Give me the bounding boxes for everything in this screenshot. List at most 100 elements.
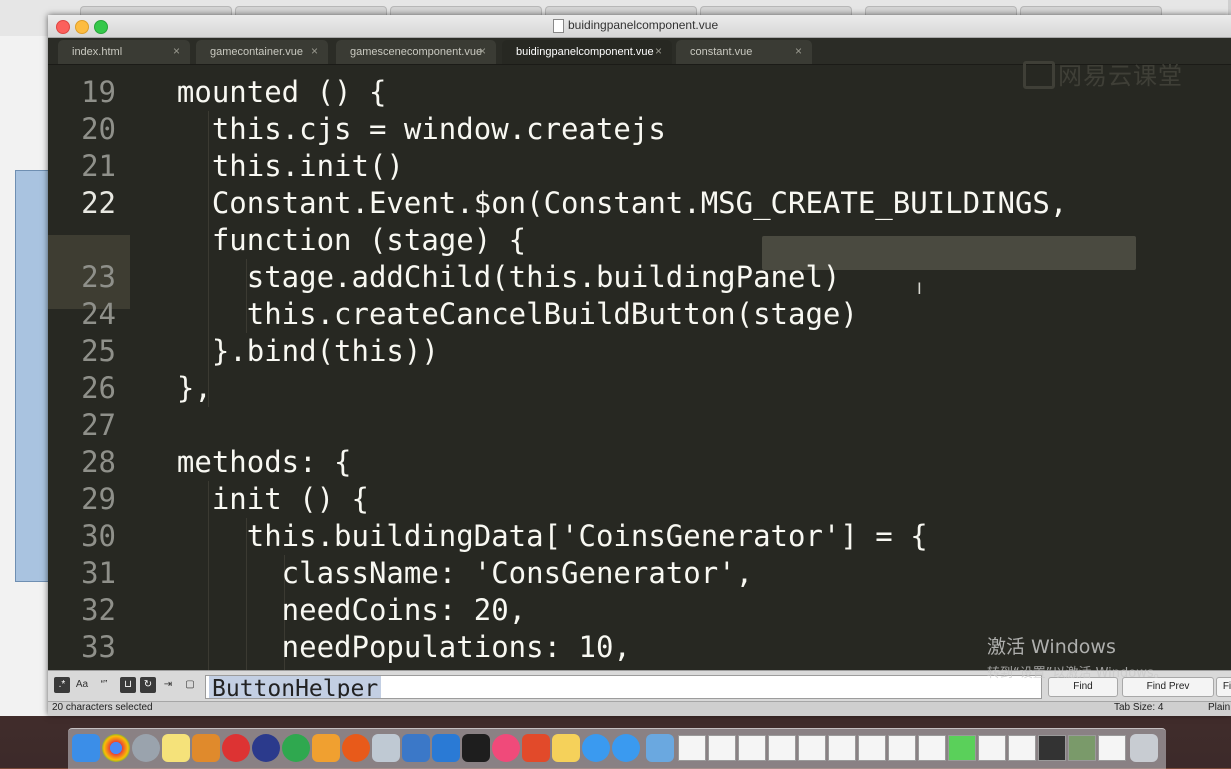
tab-close-icon[interactable]: ×: [173, 44, 180, 58]
syntax-indicator[interactable]: Plain: [1208, 702, 1230, 713]
office-icon[interactable]: [522, 734, 550, 762]
zoom-window-button[interactable]: [94, 20, 108, 34]
safari-icon[interactable]: [582, 734, 610, 762]
line-number: 25: [81, 334, 116, 368]
line-number: [48, 222, 116, 259]
app-icon[interactable]: [282, 734, 310, 762]
status-bar: 20 characters selected Tab Size: 4 Plain: [48, 701, 1231, 716]
line-number: 21: [81, 149, 116, 183]
tab-close-icon[interactable]: ×: [311, 44, 318, 58]
code-line: className: 'ConsGenerator',: [142, 556, 754, 590]
find-all-button[interactable]: Fi: [1216, 677, 1231, 697]
highlight-matches-toggle[interactable]: ⇥: [160, 677, 176, 693]
tab-index-html[interactable]: index.html ×: [58, 40, 190, 64]
window-thumbnail[interactable]: [888, 735, 916, 761]
line-number: 30: [81, 519, 116, 553]
line-number-gutter: 19 20 21 22 23 24 25 26 27 28 29 30 31 3…: [48, 65, 130, 685]
case-sensitive-toggle[interactable]: Aa: [74, 677, 90, 693]
tab-close-icon[interactable]: ×: [479, 44, 486, 58]
quicktime-icon[interactable]: [612, 734, 640, 762]
tab-size-indicator[interactable]: Tab Size: 4: [1114, 702, 1163, 713]
window-thumbnail[interactable]: [1008, 735, 1036, 761]
in-selection-toggle[interactable]: ↻: [140, 677, 156, 693]
watermark-logo-icon: [1023, 61, 1055, 89]
tab-close-icon[interactable]: ×: [655, 44, 662, 58]
watermark-text: 网易云课堂: [1058, 62, 1183, 90]
line-number: 20: [81, 112, 116, 146]
line-number: 28: [81, 445, 116, 479]
window-thumbnail[interactable]: [1068, 735, 1096, 761]
tab-label: index.html: [72, 46, 123, 58]
line-number: 32: [81, 593, 116, 627]
trash-icon[interactable]: [1130, 734, 1158, 762]
line-number: 27: [81, 408, 116, 442]
whole-word-toggle[interactable]: “”: [96, 677, 112, 693]
itunes-icon[interactable]: [492, 734, 520, 762]
regex-toggle[interactable]: .*: [54, 677, 70, 693]
window-thumbnail[interactable]: [708, 735, 736, 761]
code-editor[interactable]: mounted () { this.cjs = window.createjs …: [130, 65, 1231, 685]
eclipse-icon[interactable]: [252, 734, 280, 762]
window-thumbnail[interactable]: [1098, 735, 1126, 761]
find-input[interactable]: ButtonHelper: [205, 675, 1042, 699]
preview-icon[interactable]: [372, 734, 400, 762]
sublime-text-icon[interactable]: [192, 734, 220, 762]
code-line: }.bind(this)): [142, 334, 439, 368]
window-thumbnail[interactable]: [948, 735, 976, 761]
window-thumbnail[interactable]: [738, 735, 766, 761]
minimize-window-button[interactable]: [75, 20, 89, 34]
window-thumbnail[interactable]: [798, 735, 826, 761]
code-line: this.init(): [142, 149, 404, 183]
downloads-folder-icon[interactable]: [646, 734, 674, 762]
tab-label: gamescenecomponent.vue: [350, 46, 483, 58]
code-line: },: [142, 371, 212, 405]
dock: [68, 728, 1166, 769]
sublime-text-window: buidingpanelcomponent.vue index.html × g…: [48, 15, 1231, 716]
background-panel: [15, 170, 50, 582]
wrap-toggle[interactable]: ⊔: [120, 677, 136, 693]
text-cursor-icon: I: [917, 279, 922, 298]
tab-gamescenecomponent[interactable]: gamescenecomponent.vue ×: [336, 40, 496, 64]
app-icon[interactable]: [222, 734, 250, 762]
code-line: stage.addChild(this.buildingPanel): [142, 260, 841, 294]
chrome-icon[interactable]: [102, 734, 130, 762]
app-icon[interactable]: [402, 734, 430, 762]
terminal-icon[interactable]: [462, 734, 490, 762]
tab-close-icon[interactable]: ×: [795, 44, 802, 58]
activation-title: 激活 Windows: [987, 636, 1116, 658]
title-bar: buidingpanelcomponent.vue: [48, 15, 1231, 38]
window-thumbnail[interactable]: [918, 735, 946, 761]
tab-label: constant.vue: [690, 46, 753, 58]
window-thumbnail[interactable]: [768, 735, 796, 761]
window-thumbnail[interactable]: [678, 735, 706, 761]
firefox-icon[interactable]: [342, 734, 370, 762]
code-line: needCoins: 20,: [142, 593, 527, 627]
launchpad-icon[interactable]: [132, 734, 160, 762]
tab-constant[interactable]: constant.vue ×: [676, 40, 812, 64]
line-number: 24: [81, 297, 116, 331]
code-line: this.cjs = window.createjs: [142, 112, 666, 146]
ibooks-icon[interactable]: [312, 734, 340, 762]
window-thumbnail[interactable]: [1038, 735, 1066, 761]
tab-buidingpanelcomponent[interactable]: buidingpanelcomponent.vue ×: [502, 40, 672, 64]
context-toggle[interactable]: ▢: [182, 677, 198, 693]
window-thumbnail[interactable]: [858, 735, 886, 761]
code-line: methods: {: [142, 445, 352, 479]
finder-icon[interactable]: [72, 734, 100, 762]
close-window-button[interactable]: [56, 20, 70, 34]
window-thumbnail[interactable]: [978, 735, 1006, 761]
notes-icon[interactable]: [162, 734, 190, 762]
tab-gamecontainer[interactable]: gamecontainer.vue ×: [196, 40, 328, 64]
window-thumbnail[interactable]: [828, 735, 856, 761]
line-number: 31: [81, 556, 116, 590]
folder-icon[interactable]: [552, 734, 580, 762]
line-number: 22: [81, 186, 116, 220]
line-number: 23: [81, 260, 116, 294]
code-line: Constant.Event.$on(Constant.MSG_CREATE_B…: [142, 186, 1068, 220]
line-number: 29: [81, 482, 116, 516]
line-number: 26: [81, 371, 116, 405]
tab-label: gamecontainer.vue: [210, 46, 303, 58]
line-number: 33: [81, 630, 116, 664]
code-line: init () {: [142, 482, 369, 516]
virtualbox-icon[interactable]: [432, 734, 460, 762]
